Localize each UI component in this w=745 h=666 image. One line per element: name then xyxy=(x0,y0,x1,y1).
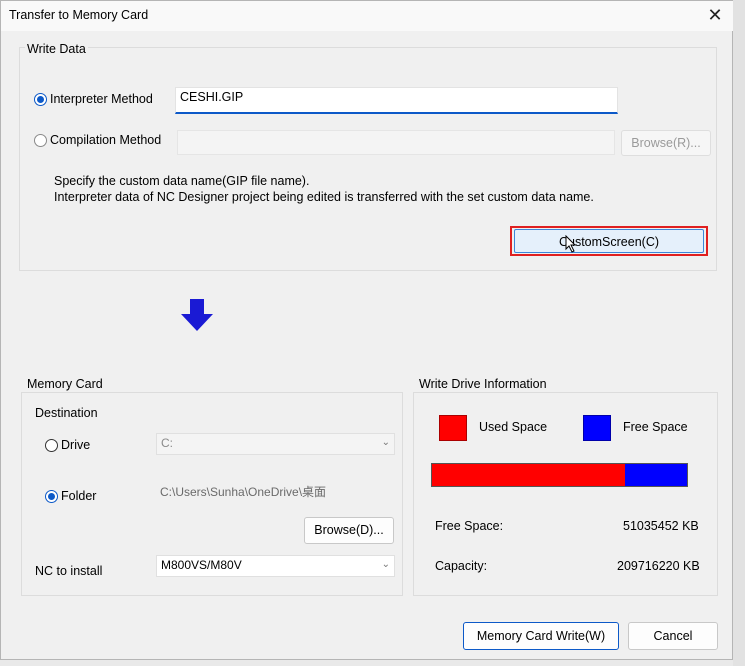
free-space-label: Free Space xyxy=(623,420,688,434)
drive-select-value: C: xyxy=(161,436,173,450)
compilation-path-input[interactable] xyxy=(177,130,615,155)
used-space-swatch xyxy=(439,415,467,441)
usage-bar-used xyxy=(432,464,626,486)
folder-path: C:\Users\Sunha\OneDrive\桌面 xyxy=(160,485,327,499)
chevron-down-icon: ⌄ xyxy=(381,559,390,570)
interpreter-method-label[interactable]: Interpreter Method xyxy=(50,92,153,106)
compilation-method-label[interactable]: Compilation Method xyxy=(50,133,161,147)
drive-label[interactable]: Drive xyxy=(61,438,90,452)
folder-label[interactable]: Folder xyxy=(61,489,96,503)
mouse-cursor-icon xyxy=(565,234,577,256)
custom-screen-button[interactable]: CustomScreen(C) xyxy=(514,229,704,253)
transfer-dialog: Transfer to Memory Card ✕ Write Data Int… xyxy=(0,0,734,660)
compilation-method-radio[interactable] xyxy=(34,134,47,147)
free-space-caption: Free Space: xyxy=(435,519,504,533)
browse-d-button[interactable]: Browse(D)... xyxy=(304,517,394,544)
free-space-swatch xyxy=(583,415,611,441)
nc-install-label: NC to install xyxy=(35,564,103,578)
close-icon[interactable]: ✕ xyxy=(703,4,727,26)
interpreter-method-radio[interactable] xyxy=(34,93,47,106)
browse-r-button[interactable]: Browse(R)... xyxy=(621,130,711,156)
cancel-button[interactable]: Cancel xyxy=(628,622,718,650)
interpreter-name-input[interactable]: CESHI.GIP xyxy=(175,87,618,114)
chevron-down-icon: ⌄ xyxy=(381,437,390,448)
destination-label: Destination xyxy=(35,406,98,420)
drive-info-label: Write Drive Information xyxy=(419,377,547,391)
memory-card-write-button[interactable]: Memory Card Write(W) xyxy=(463,622,619,650)
note-line-1: Specify the custom data name(GIP file na… xyxy=(54,174,310,188)
down-arrow-icon xyxy=(180,298,214,335)
capacity-caption: Capacity: xyxy=(435,559,488,573)
note-line-2: Interpreter data of NC Designer project … xyxy=(54,190,594,204)
write-data-label: Write Data xyxy=(25,42,88,56)
nc-install-select[interactable]: M800VS/M80V ⌄ xyxy=(156,555,395,577)
background-strip xyxy=(733,0,745,666)
usage-bar xyxy=(431,463,688,487)
drive-radio[interactable] xyxy=(45,439,58,452)
window-title: Transfer to Memory Card xyxy=(9,8,149,22)
free-space-value: 51035452 KB xyxy=(623,519,699,533)
drive-select[interactable]: C: ⌄ xyxy=(156,433,395,455)
title-bar: Transfer to Memory Card ✕ xyxy=(1,1,734,31)
memory-card-label: Memory Card xyxy=(27,377,103,391)
capacity-value: 209716220 KB xyxy=(617,559,700,573)
folder-radio[interactable] xyxy=(45,490,58,503)
used-space-label: Used Space xyxy=(479,420,548,434)
nc-install-value: M800VS/M80V xyxy=(161,558,242,572)
